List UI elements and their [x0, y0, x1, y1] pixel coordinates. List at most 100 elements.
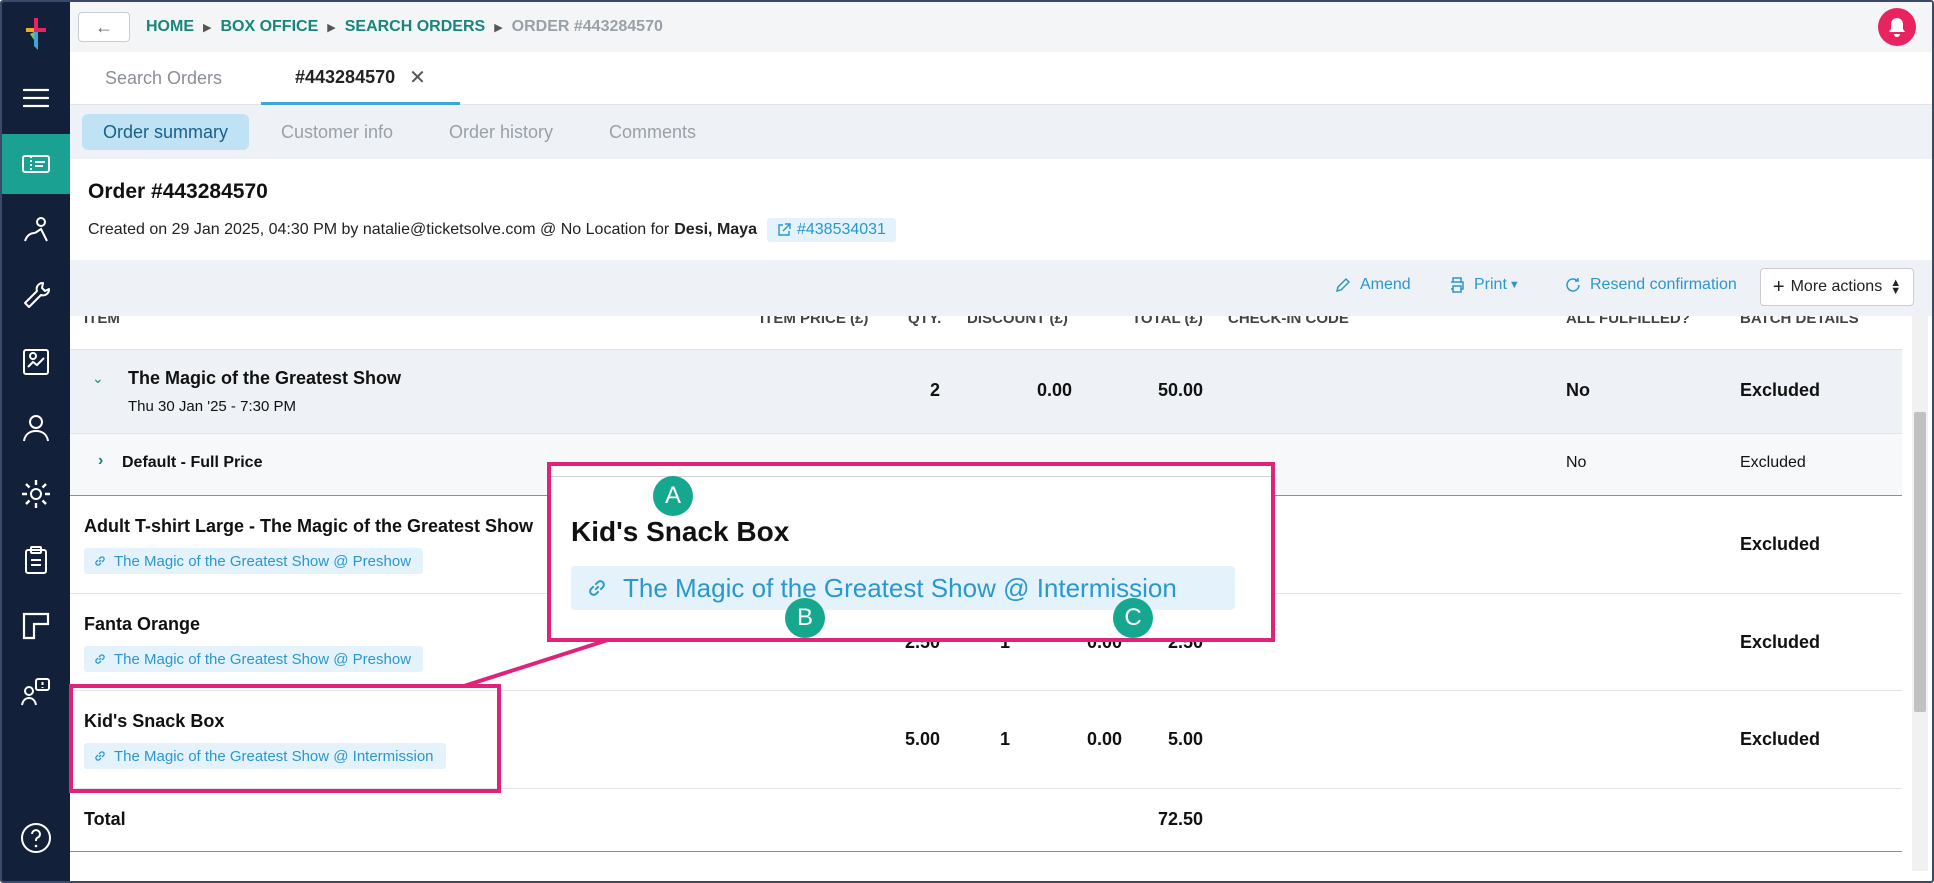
- callout-divider: [551, 476, 1271, 477]
- wrench-icon[interactable]: [2, 266, 70, 326]
- header-total: TOTAL (£): [1132, 316, 1203, 327]
- resend-confirmation-button[interactable]: Resend confirmation: [1564, 276, 1737, 294]
- linked-event-label: The Magic of the Greatest Show @ Preshow: [114, 552, 412, 570]
- close-icon[interactable]: ✕: [409, 65, 426, 90]
- page-title: Order #443284570: [88, 180, 268, 203]
- link-icon: [95, 556, 105, 566]
- support-icon[interactable]: [2, 662, 70, 722]
- event-discount: 0.00: [1036, 380, 1072, 400]
- header-all-fulfilled: ALL FULFILLED?: [1566, 316, 1690, 327]
- ticket-name: Default - Full Price: [122, 454, 263, 471]
- ticket-fulfilled: No: [1566, 454, 1587, 471]
- arrow-left-icon: ←: [95, 16, 113, 37]
- chevron-right-icon: ▶: [494, 21, 503, 34]
- order-subtabs: Order summary Customer info Order histor…: [70, 105, 1932, 159]
- callout-title: Kid's Snack Box: [571, 516, 790, 547]
- plus-icon: +: [1772, 275, 1785, 298]
- caret-down-icon: ▼: [1508, 279, 1520, 291]
- print-label: Print: [1474, 276, 1507, 293]
- chevron-right-icon: ▶: [203, 21, 212, 34]
- clipboard-icon[interactable]: [2, 530, 70, 590]
- more-actions-button[interactable]: + More actions ▲ ▼: [1760, 268, 1914, 306]
- linked-order-badge[interactable]: #438534031: [766, 218, 896, 242]
- notification-bell-icon[interactable]: [1878, 8, 1916, 46]
- marker-c: C: [1113, 598, 1153, 638]
- event-date: Thu 30 Jan '25 - 7:30 PM: [128, 398, 296, 415]
- sidebar: [2, 2, 70, 881]
- subtab-order-history[interactable]: Order history: [428, 114, 574, 150]
- header-item-price: ITEM PRICE (£): [760, 316, 869, 327]
- total-row: Total 72.50: [70, 789, 1902, 852]
- total-label: Total: [84, 809, 126, 829]
- ticket-icon[interactable]: [2, 134, 70, 194]
- breadcrumb-search-orders[interactable]: SEARCH ORDERS: [345, 18, 485, 36]
- header-batch-details: BATCH DETAILS: [1740, 316, 1859, 327]
- event-total: 50.00: [1157, 380, 1203, 400]
- back-button[interactable]: ←: [78, 12, 130, 42]
- breadcrumb-current: ORDER #443284570: [511, 18, 663, 35]
- item-total: 5.00: [1167, 729, 1203, 749]
- event-row[interactable]: ⌄ The Magic of the Greatest Show Thu 30 …: [70, 350, 1902, 434]
- external-link-icon: [778, 223, 791, 236]
- chevron-down-icon[interactable]: ⌄: [92, 370, 104, 387]
- item-qty: 1: [999, 729, 1010, 749]
- highlight-box: [69, 684, 501, 793]
- app-window: ← HOME ▶ BOX OFFICE ▶ SEARCH ORDERS ▶ OR…: [0, 0, 1934, 883]
- printer-icon: [1451, 277, 1464, 293]
- breadcrumb-box-office[interactable]: BOX OFFICE: [220, 18, 318, 36]
- reports-icon[interactable]: [2, 332, 70, 392]
- callout-tag-label: The Magic of the Greatest Show @ Intermi…: [623, 572, 1177, 603]
- linked-event-tag[interactable]: The Magic of the Greatest Show @ Preshow: [84, 548, 424, 574]
- event-batch: Excluded: [1740, 380, 1821, 400]
- item-name: Fanta Orange: [84, 614, 201, 634]
- subtab-customer-info[interactable]: Customer info: [260, 114, 414, 150]
- print-button[interactable]: Print ▼: [1448, 276, 1520, 294]
- resend-label: Resend confirmation: [1590, 276, 1737, 293]
- linked-event-label: The Magic of the Greatest Show @ Preshow: [114, 650, 412, 668]
- tab-search-orders[interactable]: Search Orders: [105, 52, 222, 105]
- linked-event-tag[interactable]: The Magic of the Greatest Show @ Preshow: [84, 646, 424, 672]
- item-name: Adult T-shirt Large - The Magic of the G…: [84, 516, 534, 536]
- scrollbar[interactable]: [1912, 316, 1928, 871]
- tab-order[interactable]: #443284570 ✕: [261, 52, 460, 105]
- chevron-right-icon: ▶: [327, 21, 336, 34]
- settings-icon[interactable]: [2, 464, 70, 524]
- marker-a: A: [653, 476, 693, 516]
- marker-b: B: [785, 598, 825, 638]
- item-batch: Excluded: [1740, 729, 1821, 749]
- customer-name: Desi, Maya: [674, 221, 757, 238]
- tab-label: #443284570: [295, 66, 396, 87]
- subtab-order-summary[interactable]: Order summary: [82, 114, 250, 150]
- breadcrumb: HOME ▶ BOX OFFICE ▶ SEARCH ORDERS ▶ ORDE…: [146, 18, 663, 36]
- chevron-right-icon[interactable]: ›: [98, 452, 103, 470]
- top-bar: ← HOME ▶ BOX OFFICE ▶ SEARCH ORDERS ▶ OR…: [70, 2, 1932, 52]
- item-discount: 0.00: [1086, 729, 1122, 749]
- sort-icon: ▲ ▼: [1890, 277, 1902, 297]
- refresh-icon: [1566, 278, 1580, 292]
- menu-icon[interactable]: [2, 68, 70, 128]
- zoom-callout: Kid's Snack Box The Magic of the Greates…: [547, 462, 1275, 642]
- subtab-comments[interactable]: Comments: [588, 114, 717, 150]
- order-tabs: Search Orders #443284570 ✕: [70, 52, 1932, 105]
- amend-button[interactable]: Amend: [1334, 276, 1411, 294]
- breadcrumb-home[interactable]: HOME: [146, 18, 194, 36]
- header-qty: QTY.: [908, 316, 942, 327]
- help-icon[interactable]: [19, 821, 53, 855]
- item-price: 5.00: [904, 729, 940, 749]
- link-icon: [589, 580, 605, 596]
- total-value: 72.50: [1157, 809, 1203, 829]
- action-bar: Amend Print ▼ Resend confirmation + More…: [70, 260, 1932, 316]
- attendee-icon[interactable]: [2, 200, 70, 260]
- layout-icon[interactable]: [2, 596, 70, 656]
- header-checkin-code: CHECK-IN CODE: [1228, 316, 1349, 327]
- linked-order-ref: #438534031: [796, 221, 886, 238]
- order-meta: Created on 29 Jan 2025, 04:30 PM by nata…: [88, 218, 896, 242]
- item-batch: Excluded: [1740, 534, 1821, 554]
- scrollbar-thumb[interactable]: [1914, 412, 1926, 712]
- order-meta-text: Created on 29 Jan 2025, 04:30 PM by nata…: [88, 221, 670, 238]
- event-qty: 2: [929, 380, 940, 400]
- user-icon[interactable]: [2, 398, 70, 458]
- item-batch: Excluded: [1740, 632, 1821, 652]
- event-name: The Magic of the Greatest Show: [128, 368, 402, 388]
- ticketsolve-logo[interactable]: [20, 16, 52, 52]
